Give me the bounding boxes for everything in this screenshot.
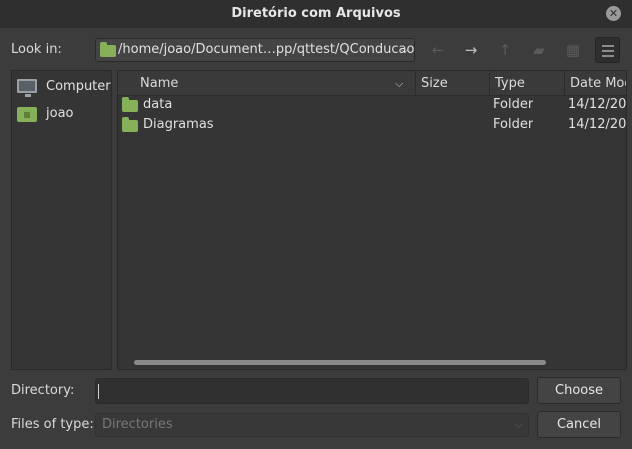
column-header-size[interactable]: Size	[416, 71, 490, 96]
new-folder-icon: ▰	[533, 41, 545, 59]
chevron-down-icon: ⌵	[400, 43, 409, 56]
file-type: Folder	[493, 117, 534, 132]
sort-indicator-icon: ⌵	[395, 77, 404, 90]
filetype-combo[interactable]: Directories ⌵	[95, 413, 529, 437]
directory-label: Directory:	[11, 383, 75, 398]
folder-icon	[122, 117, 138, 132]
title-bar: Diretório com Arquivos ✕	[0, 0, 632, 28]
window-title: Diretório com Arquivos	[231, 6, 401, 21]
file-name: data	[143, 97, 173, 112]
sidebar-item-label: joao	[46, 106, 74, 121]
folder-icon	[100, 42, 116, 57]
column-header-type[interactable]: Type	[490, 71, 565, 96]
file-date: 14/12/20	[568, 97, 627, 112]
computer-icon	[17, 79, 37, 97]
file-date: 14/12/20	[568, 117, 627, 132]
chevron-down-icon: ⌵	[514, 418, 523, 431]
detail-view-icon	[602, 45, 614, 47]
scrollbar-thumb[interactable]	[134, 360, 546, 365]
sidebar-item-label: Computer	[46, 79, 111, 94]
close-button[interactable]: ✕	[606, 6, 621, 21]
lookin-label: Look in:	[11, 42, 62, 57]
home-folder-icon	[17, 107, 37, 122]
directory-input[interactable]	[95, 378, 529, 404]
detail-view-button[interactable]	[595, 37, 620, 63]
sidebar-item-joao[interactable]: joao	[12, 101, 111, 127]
arrow-up-icon: ↑	[498, 41, 512, 59]
filetype-value: Directories	[102, 417, 173, 432]
lookin-path: /home/joao/Document…pp/qttest/QConducao	[118, 42, 415, 57]
file-type: Folder	[493, 97, 534, 112]
grid-view-icon: ▦	[565, 41, 581, 59]
table-row[interactable]: data Folder 14/12/20	[118, 95, 627, 115]
column-header-name[interactable]: Name ⌵	[118, 71, 416, 96]
new-folder-button[interactable]: ▰	[526, 38, 552, 62]
forward-button[interactable]: →	[458, 38, 484, 62]
cancel-button[interactable]: Cancel	[537, 411, 621, 438]
table-row[interactable]: Diagramas Folder 14/12/20	[118, 115, 627, 135]
folder-icon	[122, 97, 138, 112]
close-icon: ✕	[608, 7, 619, 20]
column-header-date[interactable]: Date Mod	[565, 71, 626, 96]
choose-button[interactable]: Choose	[537, 377, 621, 404]
sidebar-item-computer[interactable]: Computer	[12, 74, 111, 100]
list-view-button[interactable]: ▦	[560, 38, 586, 62]
arrow-left-icon: ←	[431, 41, 445, 59]
file-list: Name ⌵ Size Type Date Mod data Folder 14…	[117, 70, 627, 370]
text-cursor	[98, 384, 99, 399]
filetype-label: Files of type:	[11, 417, 94, 432]
back-button[interactable]: ←	[425, 38, 451, 62]
arrow-right-icon: →	[464, 41, 478, 59]
file-name: Diagramas	[143, 117, 214, 132]
parent-dir-button[interactable]: ↑	[492, 38, 518, 62]
sidebar: Computer joao	[11, 70, 112, 370]
lookin-combo[interactable]: /home/joao/Document…pp/qttest/QConducao …	[95, 38, 415, 62]
